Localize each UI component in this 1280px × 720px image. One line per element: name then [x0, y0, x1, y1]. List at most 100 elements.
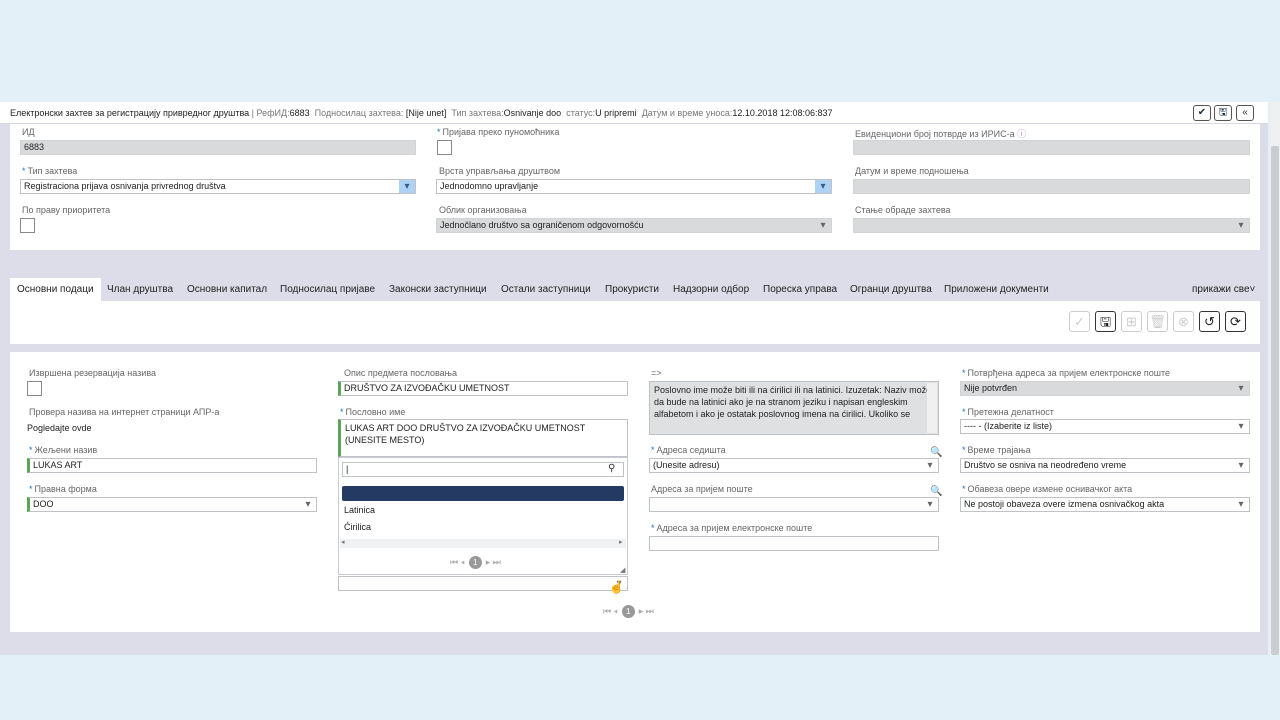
next-page-icon[interactable]: ▸: [639, 606, 644, 616]
processing-select: [853, 218, 1250, 233]
seat-search-icon[interactable]: 🔍: [930, 447, 942, 458]
search-icon: ⚲: [608, 463, 616, 474]
title-bar-text: Електронски захтев за регистрацију привр…: [10, 108, 833, 118]
collapse-button[interactable]: «: [1236, 105, 1254, 121]
first-page-icon[interactable]: ⏮: [603, 606, 611, 616]
verification-select[interactable]: Ne postoji obaveza overe izmena osnivačk…: [960, 497, 1250, 512]
first-page-icon[interactable]: ⏮: [450, 557, 458, 567]
form-pager: ⏮ ◂ 1 ▸ ⏭: [603, 605, 654, 618]
apr-check-label: Провера назива на интернет страници АПР-…: [29, 407, 220, 417]
proxy-checkbox[interactable]: [437, 140, 452, 155]
desired-name-label: * Жељени назив: [29, 445, 98, 455]
dropdown-option-cyrillic[interactable]: Ćirilica: [344, 522, 371, 532]
save-button[interactable]: 🖫: [1214, 105, 1232, 121]
priority-label: По праву приоритета: [22, 205, 111, 215]
add-icon[interactable]: ⊞: [1121, 311, 1142, 332]
legal-form-label: * Правна форма: [29, 484, 97, 494]
tab-other-reps[interactable]: Остали заступници: [501, 278, 591, 301]
page-title: Електронски захтев за регистрацију привр…: [10, 108, 250, 118]
tab-member[interactable]: Члан друштва: [107, 278, 173, 301]
tab-capital[interactable]: Основни капитал: [187, 278, 267, 301]
mail-address-select[interactable]: [649, 497, 939, 512]
email-address-input[interactable]: [649, 536, 939, 551]
prev-page-icon[interactable]: ◂: [614, 606, 618, 616]
request-type-label: * Тип захтева: [22, 166, 78, 176]
tab-branches[interactable]: Огранци друштва: [850, 278, 932, 301]
iris-field: [853, 140, 1250, 155]
business-name-textarea[interactable]: LUKAS ART DOO DRUŠTVO ZA IZVOĐAČKU UMETN…: [338, 419, 628, 457]
tab-supervisory[interactable]: Надзорни одбор: [673, 278, 749, 301]
priority-checkbox[interactable]: [20, 218, 35, 233]
script-select[interactable]: [338, 576, 628, 591]
activity-desc-input[interactable]: DRUŠTVO ZA IZVOĐAČKU UMETNOST: [338, 381, 628, 396]
submit-datetime-label: Датум и време подношења: [855, 166, 969, 176]
save-icon[interactable]: 🖫: [1095, 311, 1116, 332]
resize-handle-icon[interactable]: ◢: [620, 566, 625, 574]
tab-documents[interactable]: Приложени документи: [944, 278, 1049, 301]
note-scrollbar[interactable]: [927, 383, 937, 433]
dropdown-hscroll[interactable]: [340, 539, 626, 548]
naming-note: Poslovno ime može biti ili na ćirilici i…: [649, 381, 939, 435]
duration-select[interactable]: Društvo se osniva na neodređeno vreme: [960, 458, 1250, 473]
arrow-label: =>: [651, 368, 662, 378]
info-icon: ⓘ: [1017, 129, 1027, 139]
tab-applicant[interactable]: Подносилац пријаве: [280, 278, 375, 301]
hand-cursor-icon: ☝: [609, 580, 624, 594]
dropdown-pager: ⏮ ◂ 1 ▸ ⏭: [450, 556, 501, 569]
submit-datetime-field: [853, 179, 1250, 194]
confirm-button[interactable]: ✔: [1193, 105, 1211, 121]
chevron-down-icon: ˅: [1249, 284, 1256, 295]
main-activity-select[interactable]: ---- - (Izaberite iz liste): [960, 419, 1250, 434]
cancel-icon[interactable]: ⊗: [1173, 311, 1194, 332]
entry-datetime: 12.10.2018 12:08:06:837: [732, 108, 833, 118]
org-form-label: Облик организовања: [439, 205, 527, 215]
main-activity-label: * Претежна делатност: [962, 407, 1054, 417]
title-bar: Електронски захтев за регистрацију привр…: [0, 102, 1268, 124]
last-page-icon[interactable]: ⏭: [493, 557, 501, 567]
management-select[interactable]: Jednodomno upravljanje: [436, 179, 832, 194]
tab-procurators[interactable]: Прокуристи: [605, 278, 659, 301]
business-name-label: * Пословно име: [340, 407, 406, 417]
dropdown-option-latinica[interactable]: Latinica: [344, 505, 375, 515]
seat-address-select[interactable]: (Unesite adresu): [649, 458, 939, 473]
dropdown-search-input[interactable]: |: [342, 462, 624, 477]
request-type-value: Osnivanje doo: [503, 108, 562, 118]
iris-label: Евиденциони број потврде из ИРИС-а ⓘ: [855, 129, 1027, 139]
show-all-link[interactable]: прикажи све˅: [1192, 278, 1255, 301]
email-address-label: * Адреса за пријем електронске поште: [651, 523, 813, 533]
check-icon[interactable]: ✓: [1069, 311, 1090, 332]
activity-desc-label: Опис предмета пословања: [344, 368, 458, 378]
next-page-icon[interactable]: ▸: [486, 557, 491, 567]
status-value: U pripremi: [595, 108, 637, 118]
confirmed-email-select: Nije potvrđen: [960, 381, 1250, 396]
tab-tax[interactable]: Пореска управа: [763, 278, 837, 301]
legal-form-select[interactable]: DOO: [27, 497, 317, 512]
verification-label: * Обавеза овере измене оснивачког акта: [962, 484, 1133, 494]
current-page[interactable]: 1: [621, 605, 635, 618]
undo-icon[interactable]: ↺: [1199, 311, 1220, 332]
tab-legal-reps[interactable]: Законски заступници: [389, 278, 487, 301]
dropdown-option-empty[interactable]: [342, 486, 624, 501]
id-label: ИД: [22, 127, 35, 137]
request-type-select[interactable]: Registraciona prijava osnivanja privredn…: [20, 179, 416, 194]
scroll-left-icon[interactable]: ◂: [341, 538, 345, 546]
reservation-checkbox[interactable]: [27, 381, 42, 396]
management-label: Врста управљања друштвом: [439, 166, 561, 176]
ref-id: 6883: [289, 108, 310, 118]
scrollbar-thumb[interactable]: [1271, 146, 1279, 655]
last-page-icon[interactable]: ⏭: [646, 606, 654, 616]
processing-label: Стање обраде захтева: [855, 205, 951, 215]
prev-page-icon[interactable]: ◂: [461, 557, 465, 567]
org-form-select: Jednočlano društvo sa ograničenom odgovo…: [436, 218, 832, 233]
refresh-icon[interactable]: ⟳: [1225, 311, 1246, 332]
scroll-right-icon[interactable]: ▸: [619, 538, 623, 546]
delete-icon[interactable]: 🗑: [1147, 311, 1168, 332]
current-page[interactable]: 1: [468, 556, 482, 569]
id-field: 6883: [20, 140, 416, 155]
tab-basic-data[interactable]: Основни подаци: [10, 278, 101, 301]
mail-address-label: Адреса за пријем поште: [651, 484, 753, 494]
confirmed-email-label: * Потврђена адреса за пријем електронске …: [962, 368, 1170, 378]
apr-check-link[interactable]: Pogledajte ovde: [27, 423, 92, 433]
mail-search-icon[interactable]: 🔍: [930, 486, 942, 497]
desired-name-input[interactable]: LUKAS ART: [27, 458, 317, 473]
